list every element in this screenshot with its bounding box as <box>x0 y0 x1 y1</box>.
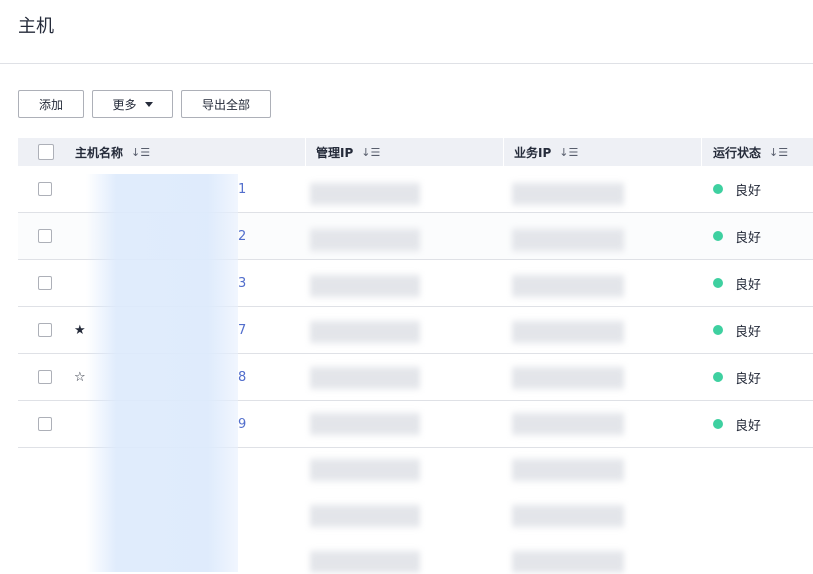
row-checkbox[interactable] <box>38 323 52 337</box>
add-button[interactable]: 添加 <box>18 90 84 118</box>
status-cell: 良好 <box>713 354 761 400</box>
status-good-icon <box>713 419 723 429</box>
favorite-star-icon[interactable]: ★ <box>74 307 86 353</box>
column-biz-ip-label: 业务IP <box>514 145 552 160</box>
row-checkbox[interactable] <box>38 229 52 243</box>
row-checkbox-cell <box>38 166 52 212</box>
host-name-link[interactable]: 3 <box>238 260 246 306</box>
status-cell: 良好 <box>713 166 761 212</box>
export-all-button[interactable]: 导出全部 <box>181 90 271 118</box>
status-text: 良好 <box>735 418 762 434</box>
status-good-icon <box>713 184 723 194</box>
status-good-icon <box>713 372 723 382</box>
status-text: 良好 <box>735 230 762 246</box>
status-cell: 良好 <box>713 307 761 353</box>
host-name-link[interactable]: 7 <box>238 307 246 353</box>
add-button-label: 添加 <box>38 97 63 112</box>
sort-icon[interactable]: ↓☰ <box>559 146 578 159</box>
status-cell: 良好 <box>713 260 761 306</box>
redacted-mgmt-ips <box>310 174 420 574</box>
row-checkbox-cell <box>38 213 52 259</box>
sort-icon[interactable]: ↓☰ <box>769 146 788 159</box>
column-divider <box>701 138 702 166</box>
column-status-label: 运行状态 <box>713 145 762 160</box>
select-all-checkbox[interactable] <box>38 144 54 160</box>
row-checkbox[interactable] <box>38 276 52 290</box>
column-divider <box>503 138 504 166</box>
row-checkbox-cell <box>38 307 52 353</box>
more-button-label: 更多 <box>112 97 137 112</box>
select-all-cell <box>38 138 54 166</box>
column-header-status[interactable]: 运行状态 ↓☰ <box>713 138 788 166</box>
favorite-star-icon[interactable]: ☆ <box>74 354 86 400</box>
column-name-label: 主机名称 <box>75 145 124 160</box>
sort-icon[interactable]: ↓☰ <box>131 146 150 159</box>
redacted-host-names <box>86 174 238 572</box>
host-name-link[interactable]: 9 <box>238 401 246 447</box>
title-divider <box>0 63 813 64</box>
column-header-biz-ip[interactable]: 业务IP ↓☰ <box>514 138 578 166</box>
status-text: 良好 <box>735 183 762 199</box>
row-checkbox[interactable] <box>38 182 52 196</box>
status-text: 良好 <box>735 324 762 340</box>
row-checkbox-cell <box>38 401 52 447</box>
status-text: 良好 <box>735 277 762 293</box>
status-good-icon <box>713 325 723 335</box>
table-header: 主机名称 ↓☰ 管理IP ↓☰ 业务IP ↓☰ 运行状态 ↓☰ <box>18 138 813 166</box>
page-title: 主机 <box>18 16 54 37</box>
more-dropdown-button[interactable]: 更多 <box>92 90 173 118</box>
status-text: 良好 <box>735 371 762 387</box>
sort-icon[interactable]: ↓☰ <box>361 146 380 159</box>
column-header-mgmt-ip[interactable]: 管理IP ↓☰ <box>316 138 380 166</box>
status-cell: 良好 <box>713 213 761 259</box>
host-name-link[interactable]: 1 <box>238 166 246 212</box>
status-cell: 良好 <box>713 401 761 447</box>
row-checkbox-cell <box>38 260 52 306</box>
column-header-name[interactable]: 主机名称 ↓☰ <box>75 138 150 166</box>
row-checkbox[interactable] <box>38 417 52 431</box>
status-good-icon <box>713 231 723 241</box>
status-good-icon <box>713 278 723 288</box>
host-name-link[interactable]: 8 <box>238 354 246 400</box>
row-checkbox[interactable] <box>38 370 52 384</box>
host-table: 主机名称 ↓☰ 管理IP ↓☰ 业务IP ↓☰ 运行状态 ↓☰ 1 良好 2 良… <box>18 138 813 574</box>
caret-down-icon <box>144 101 153 107</box>
column-mgmt-ip-label: 管理IP <box>316 145 354 160</box>
column-divider <box>305 138 306 166</box>
row-checkbox-cell <box>38 354 52 400</box>
export-button-label: 导出全部 <box>201 97 250 112</box>
host-name-link[interactable]: 2 <box>238 213 246 259</box>
redacted-biz-ips <box>512 174 624 574</box>
